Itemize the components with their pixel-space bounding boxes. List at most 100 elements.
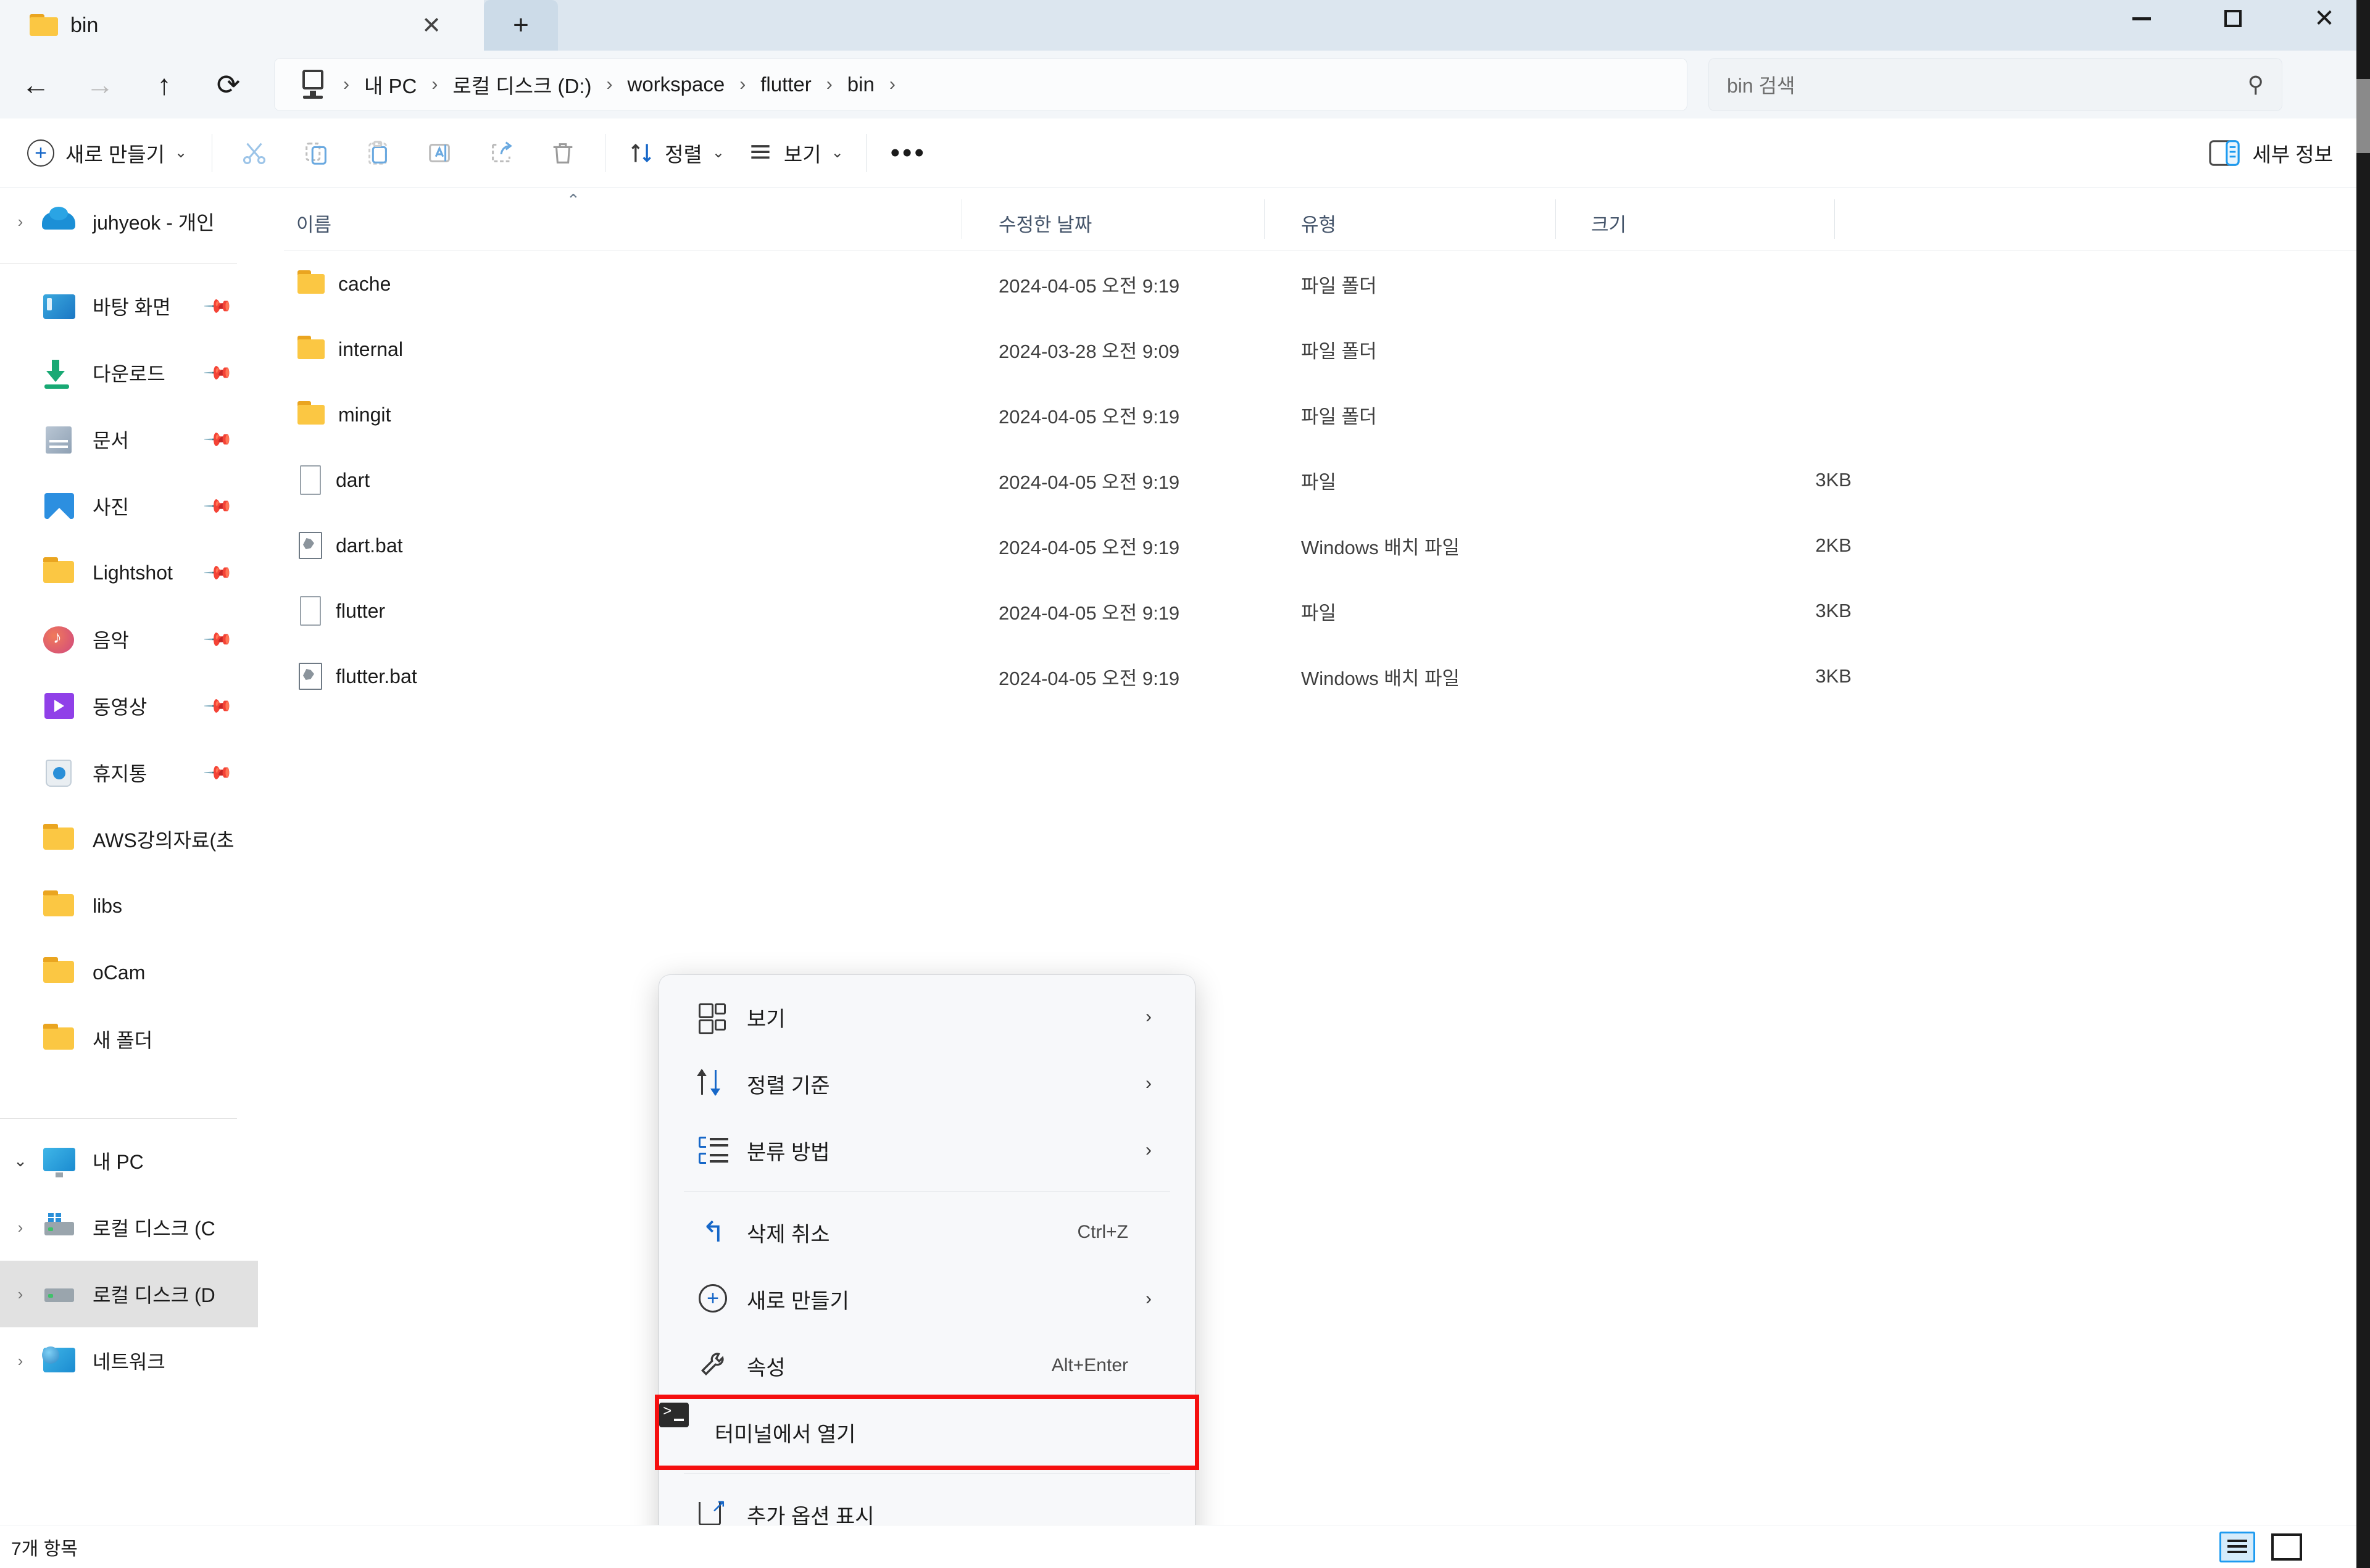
column-header-size[interactable]: 크기 (1591, 209, 1626, 237)
maximize-button[interactable] (2187, 0, 2279, 37)
sidebar-item-label: 동영상 (93, 696, 148, 718)
context-menu-item-new[interactable]: + 새로 만들기 › (659, 1266, 1195, 1332)
sidebar-item-aws-materials[interactable]: AWS강의자료(초 (0, 806, 258, 873)
pin-icon[interactable]: 📌 (202, 290, 234, 321)
chevron-down-icon[interactable]: ⌄ (712, 144, 725, 162)
sidebar-item-local-disk-d[interactable]: › 로컬 디스크 (D (0, 1261, 258, 1327)
file-name-cell[interactable]: dart.bat (296, 531, 403, 560)
forward-button[interactable]: → (68, 57, 132, 112)
sidebar-item-videos[interactable]: 동영상 📌 (0, 673, 258, 739)
table-row[interactable]: internal 2024-03-28 오전 9:09 파일 폴더 (284, 317, 2358, 382)
column-divider[interactable] (1555, 199, 1556, 239)
sidebar-item-my-pc[interactable]: ⌄ 내 PC (0, 1127, 258, 1194)
chevron-right-icon[interactable]: › (0, 1285, 41, 1304)
titlebar: bin ✕ + ✕ (0, 0, 2370, 51)
table-row[interactable]: dart 2024-04-05 오전 9:19 파일 3KB (284, 447, 2358, 513)
delete-button[interactable] (532, 129, 594, 177)
chevron-right-icon[interactable]: › (0, 1351, 41, 1371)
cut-button[interactable] (223, 129, 285, 177)
search-input[interactable]: bin 검색 (1727, 70, 2248, 99)
minimize-button[interactable] (2096, 0, 2187, 37)
large-icons-view-toggle[interactable] (2271, 1533, 2302, 1561)
pin-icon[interactable]: 📌 (202, 557, 234, 588)
sidebar-item-network[interactable]: › 네트워크 (0, 1327, 258, 1394)
chevron-down-icon[interactable]: ⌄ (0, 1151, 41, 1171)
new-tab-button[interactable]: + (484, 0, 558, 51)
new-button[interactable]: + 새로 만들기 ⌄ (14, 129, 201, 177)
chevron-down-icon[interactable]: ⌄ (831, 144, 844, 162)
pin-icon[interactable]: 📌 (202, 357, 234, 388)
view-button[interactable]: 보기 ⌄ (736, 129, 855, 177)
pin-icon[interactable]: 📌 (202, 423, 234, 455)
drive-windows-icon (41, 1211, 80, 1244)
sidebar-item-documents[interactable]: 문서 📌 (0, 406, 258, 473)
context-menu-item-group-by[interactable]: 분류 방법 › (659, 1117, 1195, 1184)
file-name-cell[interactable]: cache (296, 270, 391, 296)
sidebar-item-local-disk-c[interactable]: › 로컬 디스크 (C (0, 1194, 258, 1261)
close-tab-icon[interactable]: ✕ (415, 9, 448, 42)
sidebar-item-onedrive[interactable]: › juhyeok - 개인 (0, 188, 258, 255)
file-name-cell[interactable]: flutter (296, 596, 385, 626)
column-header-date[interactable]: 수정한 날짜 (999, 209, 1092, 237)
file-icon (296, 465, 323, 495)
column-divider[interactable] (1264, 199, 1265, 239)
sidebar-item-new-folder[interactable]: 새 폴더 (0, 1006, 258, 1072)
paste-button[interactable] (347, 129, 409, 177)
sidebar-item-libs[interactable]: libs (0, 873, 258, 939)
chevron-down-icon[interactable]: ⌄ (175, 144, 187, 162)
context-menu-item-open-in-terminal[interactable]: 터미널에서 열기 (659, 1399, 1195, 1466)
back-button[interactable]: ← (4, 57, 68, 112)
sidebar-item-lightshot[interactable]: Lightshot 📌 (0, 539, 258, 606)
share-button[interactable] (470, 129, 532, 177)
file-name-cell[interactable]: dart (296, 465, 370, 495)
column-header-type[interactable]: 유형 (1301, 209, 1336, 237)
table-row[interactable]: cache 2024-04-05 오전 9:19 파일 폴더 (284, 251, 2358, 317)
sidebar-item-ocam[interactable]: oCam (0, 939, 258, 1006)
sort-button[interactable]: 정렬 ⌄ (617, 129, 736, 177)
table-row[interactable]: flutter.bat 2024-04-05 오전 9:19 Windows 배… (284, 644, 2358, 709)
overflow-menu-button[interactable]: ••• (878, 129, 939, 177)
sidebar-item-downloads[interactable]: 다운로드 📌 (0, 339, 258, 406)
details-pane-button[interactable]: 세부 정보 (2209, 129, 2333, 177)
file-name-cell[interactable]: internal (296, 336, 403, 362)
sidebar-item-pictures[interactable]: 사진 📌 (0, 473, 258, 539)
navigation-sidebar[interactable]: › juhyeok - 개인 바탕 화면 📌 다운로드 📌 문서 📌 사진 📌 … (0, 188, 258, 1525)
pin-icon[interactable]: 📌 (202, 623, 234, 655)
context-menu-item-undo-delete[interactable]: ↰ 삭제 취소 Ctrl+Z (659, 1199, 1195, 1266)
table-row[interactable]: dart.bat 2024-04-05 오전 9:19 Windows 배치 파… (284, 513, 2358, 578)
context-menu-item-view[interactable]: 보기 › (659, 984, 1195, 1050)
context-menu-item-properties[interactable]: 속성 Alt+Enter (659, 1332, 1195, 1399)
search-box[interactable]: bin 검색 ⚲ (1708, 58, 2282, 111)
sidebar-item-desktop[interactable]: 바탕 화면 📌 (0, 273, 258, 339)
address-bar[interactable]: › 내 PC › 로컬 디스크 (D:) › workspace › flutt… (274, 58, 1687, 111)
sidebar-item-recycle-bin[interactable]: 휴지통 📌 (0, 739, 258, 806)
file-name-cell[interactable]: mingit (296, 401, 391, 427)
breadcrumb-item-local-disk-d[interactable]: 로컬 디스크 (D:) (449, 66, 595, 103)
details-view-toggle[interactable] (2219, 1531, 2255, 1562)
pin-icon[interactable]: 📌 (202, 757, 234, 788)
sidebar-item-label: 로컬 디스크 (C (93, 1217, 215, 1240)
pin-icon[interactable]: 📌 (202, 490, 234, 521)
column-header-name[interactable]: 이름 (296, 209, 331, 237)
table-row[interactable]: mingit 2024-04-05 오전 9:19 파일 폴더 (284, 382, 2358, 447)
chevron-right-icon[interactable]: › (0, 212, 41, 231)
plus-circle-icon: + (697, 1283, 730, 1315)
rename-button[interactable] (409, 129, 470, 177)
file-size: 3KB (1815, 469, 1852, 491)
breadcrumb-item-bin[interactable]: bin (844, 69, 878, 100)
tab-bin[interactable]: bin ✕ (0, 0, 484, 51)
breadcrumb-item-flutter[interactable]: flutter (757, 69, 815, 100)
column-divider[interactable] (1834, 199, 1835, 239)
pin-icon[interactable]: 📌 (202, 690, 234, 721)
refresh-button[interactable]: ⟳ (196, 57, 260, 112)
breadcrumb-item-workspace[interactable]: workspace (624, 69, 729, 100)
chevron-right-icon[interactable]: › (0, 1218, 41, 1237)
file-name-cell[interactable]: flutter.bat (296, 662, 417, 691)
sidebar-item-music[interactable]: 음악 📌 (0, 606, 258, 673)
copy-button[interactable] (285, 129, 347, 177)
context-menu-item-sort-by[interactable]: 정렬 기준 › (659, 1050, 1195, 1117)
context-menu[interactable]: 보기 › 정렬 기준 › 분류 방법 › ↰ 삭제 취소 Ctrl+Z + 새로… (659, 975, 1195, 1556)
table-row[interactable]: flutter 2024-04-05 오전 9:19 파일 3KB (284, 578, 2358, 644)
up-button[interactable]: ↑ (132, 57, 196, 112)
breadcrumb-item-my-pc[interactable]: 내 PC (360, 66, 420, 103)
